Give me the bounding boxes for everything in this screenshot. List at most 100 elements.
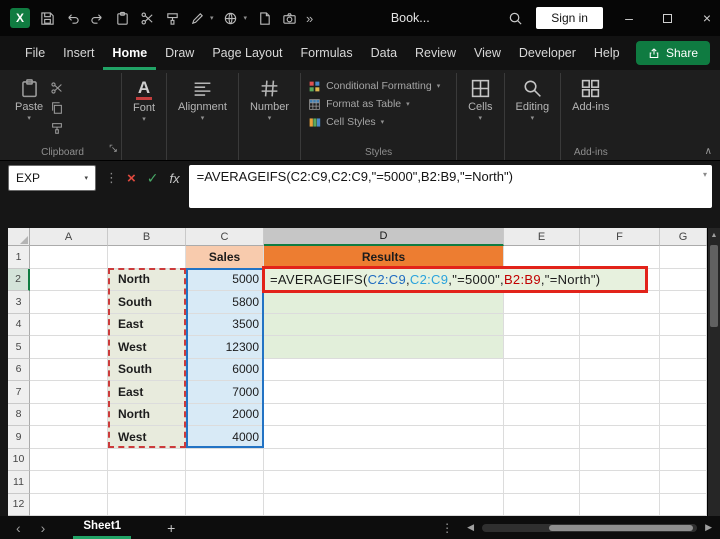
cell-C1[interactable]: Sales: [186, 246, 264, 269]
cell-D7[interactable]: [264, 381, 504, 404]
cell-C7[interactable]: 7000: [186, 381, 264, 404]
undo-icon[interactable]: [64, 10, 80, 26]
previous-sheet-icon[interactable]: ‹: [6, 518, 31, 538]
format-painter-icon[interactable]: [164, 10, 180, 26]
globe-dropdown-caret-icon[interactable]: ▾: [244, 14, 248, 22]
name-box-caret-icon[interactable]: ▾: [84, 174, 88, 182]
redo-icon[interactable]: [89, 10, 105, 26]
cell-C8[interactable]: 2000: [186, 403, 264, 426]
cell-A5[interactable]: [30, 336, 108, 359]
formula-cell-highlight[interactable]: =AVERAGEIFS(C2:C9,C2:C9,"=5000",B2:B9,"=…: [262, 266, 648, 293]
row-header-12[interactable]: 12: [8, 493, 30, 516]
row-header-4[interactable]: 4: [8, 313, 30, 336]
menu-tab-insert[interactable]: Insert: [54, 36, 103, 70]
cell-B6[interactable]: South: [108, 358, 186, 381]
cell-G6[interactable]: [660, 358, 707, 381]
menu-tab-page-layout[interactable]: Page Layout: [203, 36, 291, 70]
row-header-10[interactable]: 10: [8, 448, 30, 471]
horizontal-scrollbar-thumb[interactable]: [548, 524, 693, 531]
sheet-options-kebab-icon[interactable]: ⋮: [435, 521, 459, 535]
cell-D9[interactable]: [264, 426, 504, 449]
add-sheet-button[interactable]: +: [161, 520, 181, 536]
cell-C10[interactable]: [186, 448, 264, 471]
column-header-c[interactable]: C: [186, 228, 264, 246]
cell-G7[interactable]: [660, 381, 707, 404]
format-painter-icon[interactable]: [49, 120, 65, 136]
save-icon[interactable]: [39, 10, 55, 26]
cell-A1[interactable]: [30, 246, 108, 269]
cell-D5[interactable]: [264, 336, 504, 359]
conditional-formatting-button[interactable]: Conditional Formatting ▾: [306, 78, 442, 94]
cell-E8[interactable]: [504, 403, 580, 426]
cell-C6[interactable]: 6000: [186, 358, 264, 381]
scissors-icon[interactable]: [139, 10, 155, 26]
cell-F9[interactable]: [580, 426, 660, 449]
addins-button[interactable]: Add-ins: [566, 75, 615, 145]
menu-tab-draw[interactable]: Draw: [156, 36, 203, 70]
alignment-button[interactable]: Alignment ▾: [172, 75, 233, 145]
row-header-7[interactable]: 7: [8, 381, 30, 404]
cells-button[interactable]: Cells ▾: [462, 75, 498, 145]
cell-F3[interactable]: [580, 291, 660, 314]
cell-E4[interactable]: [504, 313, 580, 336]
cell-E10[interactable]: [504, 448, 580, 471]
cell-F5[interactable]: [580, 336, 660, 359]
maximize-button[interactable]: [655, 10, 681, 26]
insert-function-icon[interactable]: fx: [170, 171, 180, 186]
cell-C11[interactable]: [186, 471, 264, 494]
collapse-ribbon-icon[interactable]: ∧: [705, 146, 712, 157]
vertical-scrollbar-thumb[interactable]: [710, 245, 718, 327]
cell-E11[interactable]: [504, 471, 580, 494]
scroll-left-icon[interactable]: ◀: [467, 522, 474, 533]
cell-B3[interactable]: South: [108, 291, 186, 314]
scroll-up-icon[interactable]: ▲: [708, 228, 720, 242]
document-icon[interactable]: [256, 10, 272, 26]
clipboard-dialog-launcher-icon[interactable]: [109, 140, 118, 158]
pen-icon[interactable]: [189, 10, 205, 26]
formula-bar-expand-icon[interactable]: ▾: [703, 170, 707, 179]
cell-G5[interactable]: [660, 336, 707, 359]
globe-icon[interactable]: [223, 10, 239, 26]
menu-tab-review[interactable]: Review: [406, 36, 465, 70]
cell-D12[interactable]: [264, 493, 504, 516]
row-header-1[interactable]: 1: [8, 246, 30, 269]
cell-E7[interactable]: [504, 381, 580, 404]
cell-D8[interactable]: [264, 403, 504, 426]
row-header-9[interactable]: 9: [8, 426, 30, 449]
cell-F10[interactable]: [580, 448, 660, 471]
cell-A3[interactable]: [30, 291, 108, 314]
pen-dropdown-caret-icon[interactable]: ▾: [210, 14, 214, 22]
next-sheet-icon[interactable]: ›: [31, 518, 56, 538]
cell-A6[interactable]: [30, 358, 108, 381]
column-header-b[interactable]: B: [108, 228, 186, 246]
cell-E12[interactable]: [504, 493, 580, 516]
cell-G2[interactable]: [660, 268, 707, 291]
camera-icon[interactable]: [281, 10, 297, 26]
cell-A10[interactable]: [30, 448, 108, 471]
clipboard-icon[interactable]: [114, 10, 130, 26]
paste-button[interactable]: Paste ▾: [9, 75, 49, 145]
menu-tab-view[interactable]: View: [465, 36, 510, 70]
copy-icon[interactable]: [49, 100, 65, 116]
cell-E6[interactable]: [504, 358, 580, 381]
cell-E5[interactable]: [504, 336, 580, 359]
cell-A7[interactable]: [30, 381, 108, 404]
cell-B2[interactable]: North: [108, 268, 186, 291]
cell-G10[interactable]: [660, 448, 707, 471]
cell-F11[interactable]: [580, 471, 660, 494]
cell-E3[interactable]: [504, 291, 580, 314]
row-header-5[interactable]: 5: [8, 336, 30, 359]
row-header-3[interactable]: 3: [8, 291, 30, 314]
cell-G8[interactable]: [660, 403, 707, 426]
menu-tab-home[interactable]: Home: [103, 36, 156, 70]
row-header-8[interactable]: 8: [8, 403, 30, 426]
confirm-entry-icon[interactable]: ✓: [147, 170, 159, 187]
cell-G3[interactable]: [660, 291, 707, 314]
menu-tab-developer[interactable]: Developer: [510, 36, 585, 70]
toolbar-overflow-icon[interactable]: »: [306, 11, 313, 26]
cell-F8[interactable]: [580, 403, 660, 426]
cell-B11[interactable]: [108, 471, 186, 494]
cell-A11[interactable]: [30, 471, 108, 494]
menu-tab-help[interactable]: Help: [585, 36, 629, 70]
select-all-corner[interactable]: [8, 228, 30, 246]
